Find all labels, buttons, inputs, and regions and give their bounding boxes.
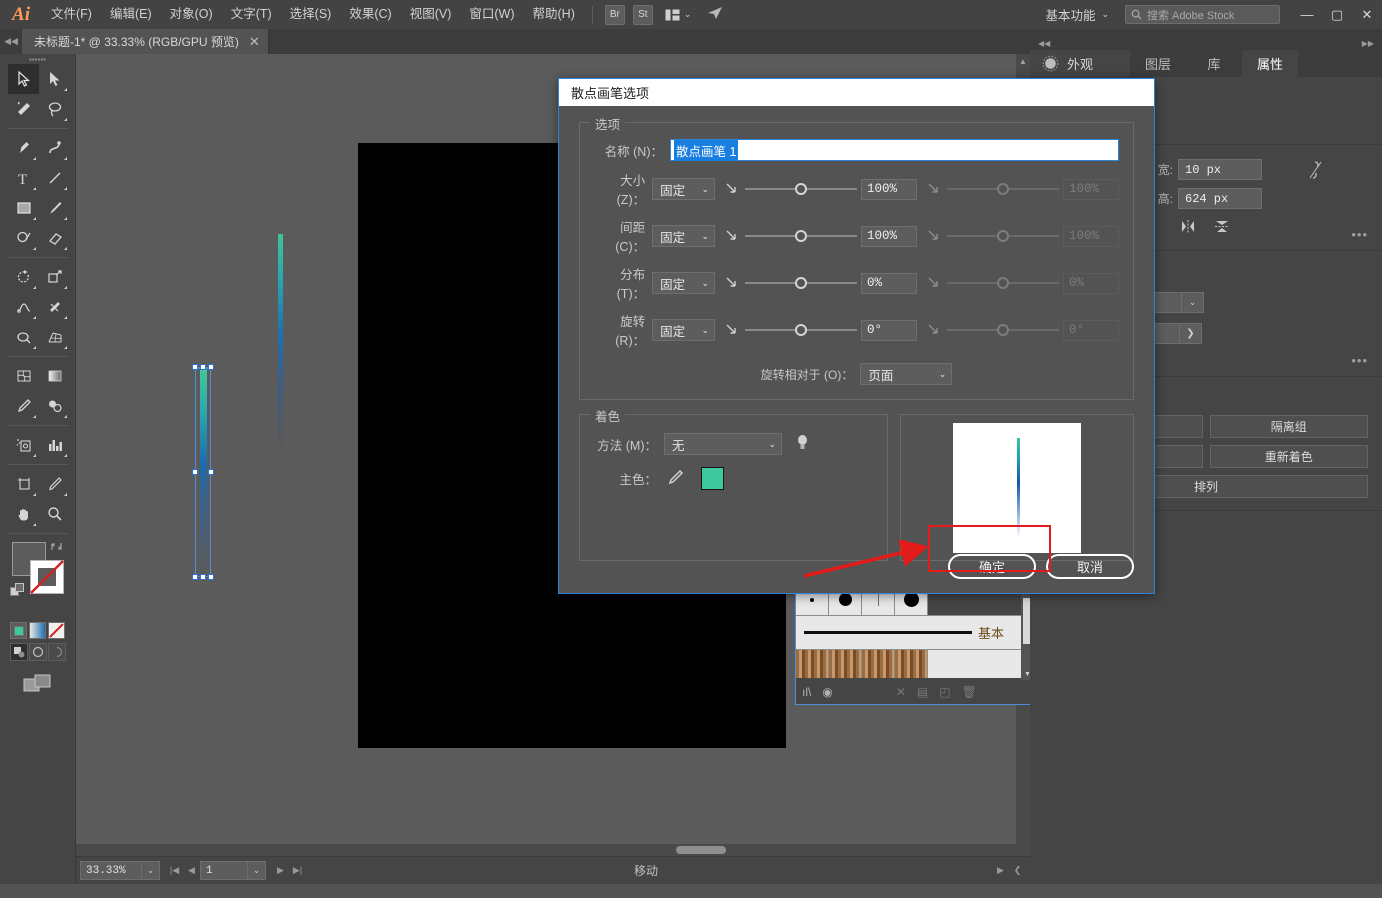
chevron-down-icon: ⌄: [701, 183, 709, 194]
scatter-slider[interactable]: [745, 276, 857, 290]
scatter-max-icon: [926, 277, 943, 290]
rotation-label: 旋转 (R)：: [615, 315, 646, 348]
scatter-slider-max[interactable]: [947, 276, 1059, 290]
size-label: 大小 (Z)：: [616, 174, 646, 207]
rotation-mode-value: 固定: [660, 324, 686, 339]
method-value: 无: [672, 438, 685, 453]
rotation-value-input[interactable]: 0°: [861, 319, 917, 341]
spacing-slider-max[interactable]: [947, 229, 1059, 243]
chevron-down-icon: ⌄: [701, 324, 709, 335]
size-max-value-input: 100%: [1063, 178, 1119, 200]
method-select[interactable]: 无 ⌄: [664, 433, 782, 455]
spacing-mode-select[interactable]: 固定 ⌄: [652, 225, 715, 247]
key-color-label: 主色：: [619, 473, 657, 487]
rotation-mode-select[interactable]: 固定 ⌄: [652, 319, 715, 341]
preview-fieldset: [900, 414, 1134, 561]
rotation-slider[interactable]: [745, 323, 857, 337]
brush-name-value: 散点画笔 1: [674, 139, 739, 161]
scatter-brush-options-dialog: 散点画笔选项 选项 名称 (N)： 散点画笔 1 大小 (Z)： 固定 ⌄ 10…: [558, 78, 1155, 594]
brush-preview: [953, 422, 1081, 553]
size-slider-max[interactable]: [947, 182, 1059, 196]
colorization-legend: 着色: [590, 406, 626, 425]
scatter-min-icon: [724, 277, 741, 290]
brush-name-input[interactable]: 散点画笔 1: [670, 139, 1119, 161]
spacing-mode-value: 固定: [660, 230, 686, 245]
ok-button[interactable]: 确定: [948, 554, 1036, 579]
chevron-down-icon: ⌄: [938, 368, 947, 379]
cancel-button[interactable]: 取消: [1046, 554, 1134, 579]
size-min-icon: [724, 183, 741, 196]
spacing-row: 间距 (C)： 固定 ⌄ 100% 100%: [594, 217, 1119, 255]
options-fieldset: 选项 名称 (N)： 散点画笔 1 大小 (Z)： 固定 ⌄ 100% 100%…: [579, 114, 1134, 400]
scatter-value-input[interactable]: 0%: [861, 272, 917, 294]
size-max-icon: [926, 183, 943, 196]
options-legend: 选项: [590, 114, 626, 133]
colorization-fieldset: 着色 方法 (M)： 无 ⌄ 主色：: [579, 406, 888, 561]
method-label: 方法 (M)：: [597, 438, 657, 453]
size-mode-value: 固定: [660, 183, 686, 198]
rotation-slider-max[interactable]: [947, 323, 1059, 337]
dialog-button-row: 确定 取消: [948, 554, 1134, 579]
scatter-label: 分布 (T)：: [616, 268, 646, 301]
spacing-max-icon: [926, 230, 943, 243]
method-row: 方法 (M)： 无 ⌄: [594, 433, 873, 455]
rotation-max-icon: [926, 324, 943, 337]
rotation-relative-select[interactable]: 页面 ⌄: [860, 363, 953, 385]
size-mode-select[interactable]: 固定 ⌄: [652, 178, 715, 200]
size-value-input[interactable]: 100%: [861, 178, 917, 200]
rotation-relative-value: 页面: [868, 368, 894, 383]
rotation-row: 旋转 (R)： 固定 ⌄ 0° 0°: [594, 311, 1119, 349]
scatter-max-value-input: 0%: [1063, 272, 1119, 294]
spacing-slider[interactable]: [745, 229, 857, 243]
size-slider[interactable]: [745, 182, 857, 196]
dialog-overlay: 散点画笔选项 选项 名称 (N)： 散点画笔 1 大小 (Z)： 固定 ⌄ 10…: [0, 0, 1382, 884]
name-row: 名称 (N)： 散点画笔 1: [594, 139, 1119, 161]
spacing-max-value-input: 100%: [1063, 225, 1119, 247]
spacing-value-input[interactable]: 100%: [861, 225, 917, 247]
spacing-label: 间距 (C)：: [615, 221, 646, 254]
rotation-relative-row: 旋转相对于 (O)： 页面 ⌄: [594, 363, 1119, 385]
spacing-min-icon: [724, 230, 741, 243]
rotation-min-icon: [724, 324, 741, 337]
name-label: 名称 (N)：: [604, 144, 663, 159]
rotation-relative-label: 旋转相对于 (O)：: [760, 367, 854, 382]
size-row: 大小 (Z)： 固定 ⌄ 100% 100%: [594, 170, 1119, 208]
scatter-mode-select[interactable]: 固定 ⌄: [652, 272, 715, 294]
scatter-row: 分布 (T)： 固定 ⌄ 0% 0%: [594, 264, 1119, 302]
chevron-down-icon: ⌄: [701, 277, 709, 288]
eyedropper-icon[interactable]: [666, 468, 685, 490]
key-color-swatch[interactable]: [701, 467, 724, 490]
dialog-title: 散点画笔选项: [559, 79, 1154, 106]
rotation-max-value-input: 0°: [1063, 319, 1119, 341]
brush-preview-stroke: [1017, 437, 1020, 538]
chevron-down-icon: ⌄: [701, 230, 709, 241]
key-color-row: 主色：: [594, 467, 873, 490]
lightbulb-icon[interactable]: [796, 434, 809, 455]
chevron-down-icon: ⌄: [768, 438, 776, 449]
scatter-mode-value: 固定: [660, 277, 686, 292]
